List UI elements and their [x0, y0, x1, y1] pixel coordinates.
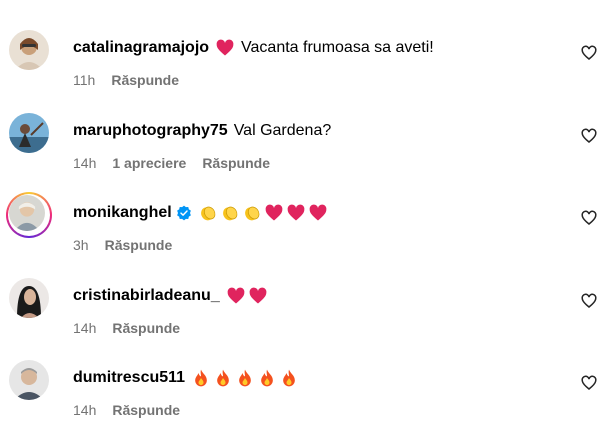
clapping-hands-icon	[200, 206, 216, 221]
red-heart-icon	[265, 204, 283, 221]
red-heart-icon	[227, 287, 245, 304]
comment-text: Val Gardena?	[233, 122, 332, 139]
comment-meta: 14h Răspunde	[73, 401, 196, 419]
emoji-group	[226, 286, 268, 306]
like-heart-icon[interactable]	[580, 44, 598, 62]
red-heart-icon	[309, 204, 327, 221]
comment-meta: 14h 1 apreciere Răspunde	[73, 154, 286, 172]
clapping-hands-icon	[222, 206, 238, 221]
comment-item: catalinagramajojo Vacanta frumoasa sa av…	[0, 28, 609, 110]
comment-meta: 3h Răspunde	[73, 236, 188, 254]
username[interactable]: catalinagramajojo	[73, 38, 209, 58]
username[interactable]: monikanghel	[73, 203, 172, 223]
comment-line: cristinabirladeanu_	[73, 286, 268, 306]
like-heart-icon[interactable]	[580, 374, 598, 392]
reply-button[interactable]: Răspunde	[112, 401, 180, 419]
red-heart-icon	[287, 204, 305, 221]
reply-button[interactable]: Răspunde	[112, 319, 180, 337]
avatar[interactable]	[9, 360, 49, 400]
reply-button[interactable]: Răspunde	[105, 236, 173, 254]
emoji-group	[191, 368, 299, 388]
timestamp[interactable]: 14h	[73, 401, 96, 419]
comment-meta: 14h Răspunde	[73, 319, 196, 337]
fire-icon	[217, 369, 229, 387]
emoji-group	[215, 38, 235, 58]
fire-icon	[239, 369, 251, 387]
fire-icon	[283, 369, 295, 387]
comment-line: catalinagramajojo Vacanta frumoasa sa av…	[73, 38, 434, 58]
likes-count[interactable]: 1 apreciere	[112, 154, 186, 172]
username[interactable]: dumitrescu511	[73, 368, 185, 388]
reply-button[interactable]: Răspunde	[111, 71, 179, 89]
comment-item: dumitrescu511 14h Răspunde	[0, 358, 609, 440]
avatar[interactable]	[9, 30, 49, 70]
avatar[interactable]	[9, 278, 49, 318]
username[interactable]: maruphotography75	[73, 121, 228, 141]
fire-icon	[195, 369, 207, 387]
comment-line: monikanghel	[73, 203, 328, 223]
comment-line: dumitrescu511	[73, 368, 299, 388]
red-heart-icon	[249, 287, 267, 304]
clapping-hands-icon	[244, 206, 260, 221]
timestamp[interactable]: 3h	[73, 236, 89, 254]
comment-line: maruphotography75 Val Gardena?	[73, 121, 331, 141]
timestamp[interactable]: 14h	[73, 319, 96, 337]
avatar[interactable]	[9, 113, 49, 153]
fire-icon	[261, 369, 273, 387]
timestamp[interactable]: 14h	[73, 154, 96, 172]
reply-button[interactable]: Răspunde	[202, 154, 270, 172]
comment-text: Vacanta frumoasa sa aveti!	[241, 39, 434, 56]
avatar[interactable]	[9, 195, 45, 231]
story-ring[interactable]	[6, 192, 52, 238]
like-heart-icon[interactable]	[580, 209, 598, 227]
like-heart-icon[interactable]	[580, 292, 598, 310]
comment-item: cristinabirladeanu_ 14h Răspunde	[0, 276, 609, 358]
comment-meta: 11h Răspunde	[73, 71, 195, 89]
red-heart-icon	[216, 39, 234, 56]
username[interactable]: cristinabirladeanu_	[73, 286, 220, 306]
timestamp[interactable]: 11h	[73, 71, 95, 89]
verified-badge-icon	[176, 205, 191, 221]
like-heart-icon[interactable]	[580, 127, 598, 145]
comment-item: monikanghel 3h Răspunde	[0, 192, 609, 275]
comment-item: maruphotography75 Val Gardena? 14h 1 apr…	[0, 111, 609, 193]
emoji-group	[198, 203, 328, 223]
